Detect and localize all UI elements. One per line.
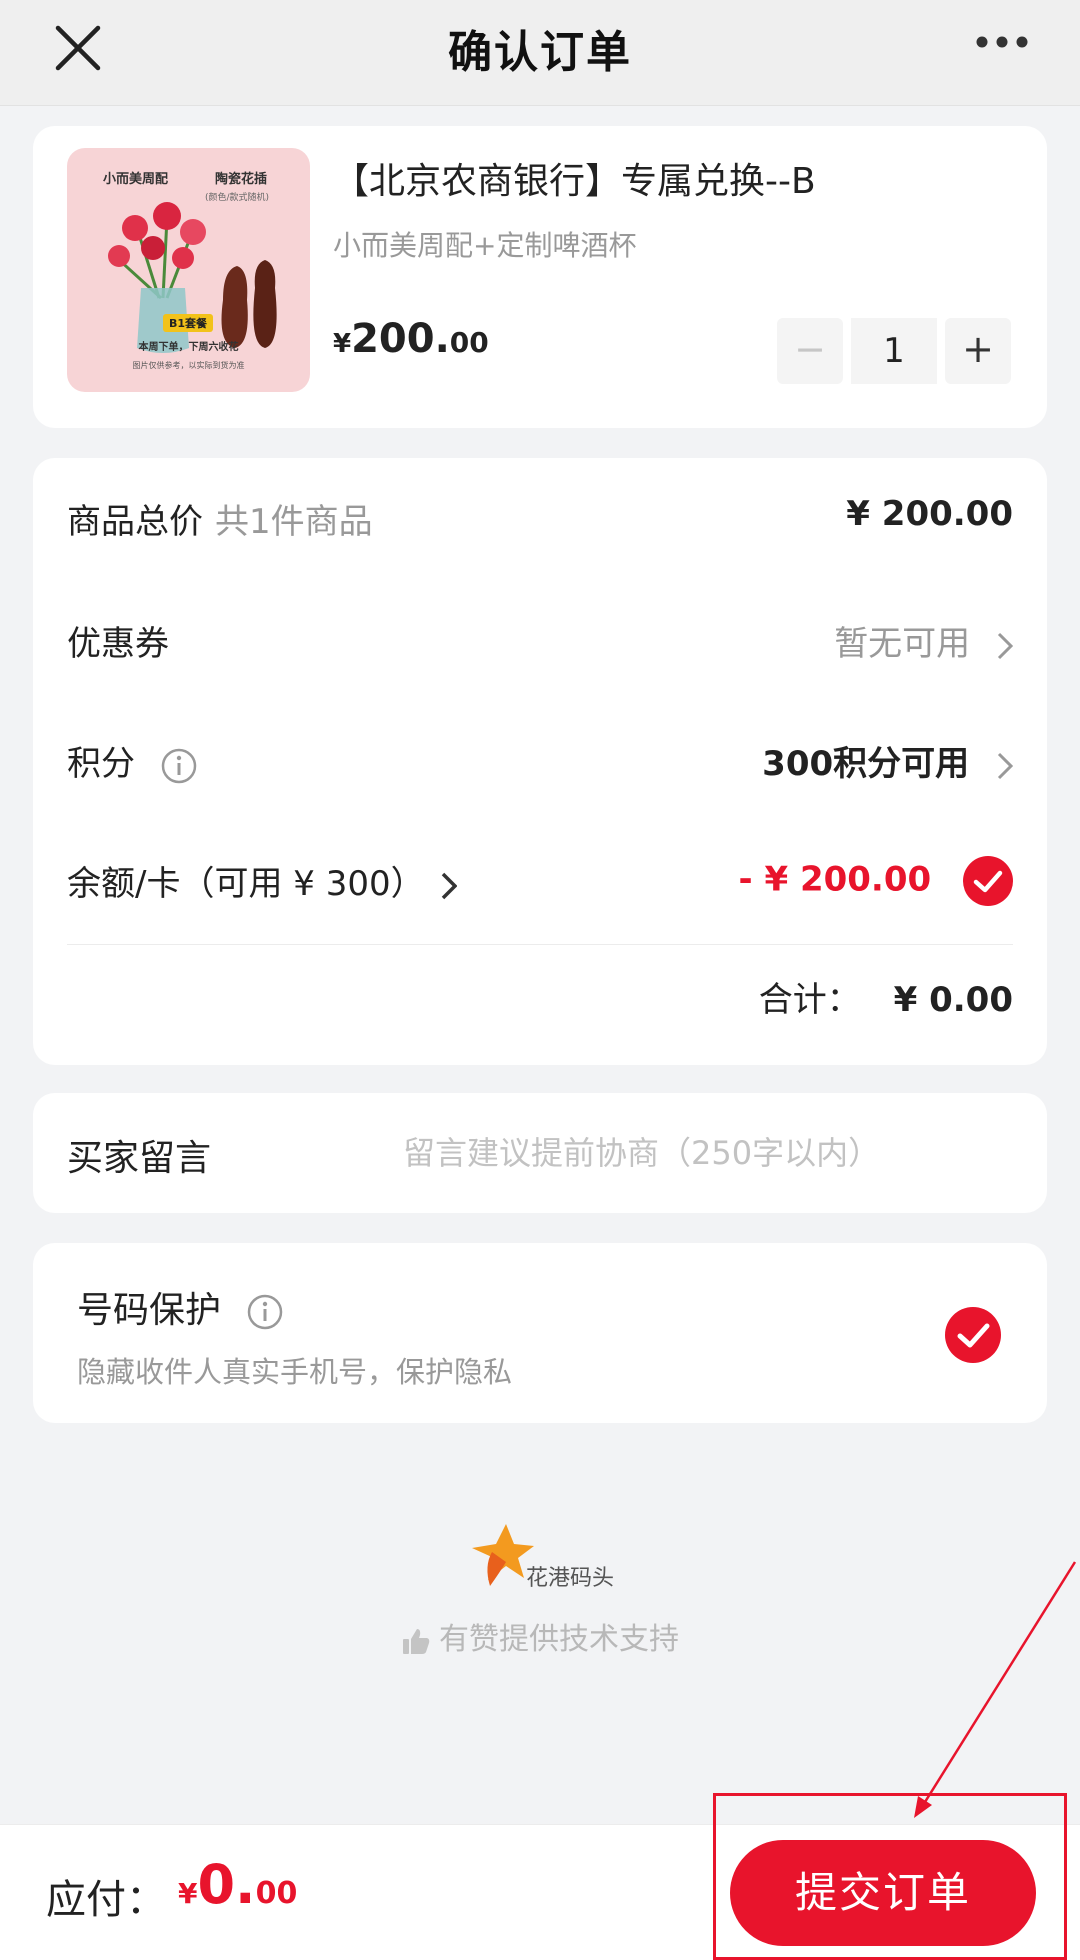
buyer-message-input[interactable] <box>403 1123 1003 1183</box>
chevron-right-icon <box>997 752 1013 779</box>
amount-due-decimal: 00 <box>255 1876 298 1911</box>
product-thumbnail[interactable]: 小而美周配 陶瓷花插 (颜色/款式随机) B1套餐 本周下单，下周六收花 图片仅… <box>67 148 310 392</box>
more-icon[interactable] <box>975 35 1029 49</box>
info-icon[interactable] <box>246 1293 284 1331</box>
balance-checkbox-icon[interactable] <box>963 856 1013 906</box>
number-protection-checkbox-icon[interactable] <box>945 1307 1001 1363</box>
page-title: 确认订单 <box>448 27 632 78</box>
subtotal-row: 合计： ¥ 0.00 <box>67 966 1013 1026</box>
thumbnail-disclaimer: 图片仅供参考，以实际到货为准 <box>132 361 245 370</box>
chevron-right-icon <box>997 632 1013 659</box>
points-value: 300积分可用 <box>762 744 970 784</box>
price-decimal: 00 <box>449 326 489 359</box>
points-label-group: 积分 <box>67 736 198 785</box>
chevron-right-icon <box>442 872 458 899</box>
increase-quantity-button[interactable]: + <box>945 318 1011 384</box>
points-row[interactable]: 积分 300积分可用 <box>67 730 1013 790</box>
package-badge: B1套餐 <box>163 314 214 332</box>
quantity-value[interactable]: 1 <box>851 318 937 384</box>
amount-due-integer: 0. <box>197 1853 256 1916</box>
number-protection-title: 号码保护 <box>77 1290 222 1331</box>
divider <box>67 944 1013 945</box>
subtotal-value: ¥ 0.00 <box>893 980 1013 1020</box>
total-price-label: 商品总价 <box>67 502 203 542</box>
product-name: 【北京农商银行】专属兑换--B <box>333 161 816 202</box>
tech-support-text: 有赞提供技术支持 <box>439 1622 679 1657</box>
decrease-quantity-button[interactable]: − <box>777 318 843 384</box>
coupon-value: 暂无可用 <box>834 624 971 664</box>
balance-label-group: 余额/卡（可用 ¥ 300） <box>67 856 458 905</box>
subtotal-group: 合计： ¥ 0.00 <box>759 972 1013 1021</box>
price-summary-card: 商品总价 共1件商品 ¥ 200.00 优惠券 暂无可用 积分 300积分可用 余… <box>33 458 1047 1065</box>
info-icon[interactable] <box>160 747 198 785</box>
coupon-value-group: 暂无可用 <box>834 616 1013 665</box>
thumbnail-delivery-note: 本周下单，下周六收花 <box>138 342 239 353</box>
number-protection-description: 隐藏收件人真实手机号，保护隐私 <box>77 1355 513 1389</box>
coupon-label: 优惠券 <box>67 624 169 664</box>
flower-vase-illustration <box>108 202 277 353</box>
thumbs-up-icon <box>403 1628 430 1654</box>
balance-value: - ¥ 200.00 <box>738 859 932 900</box>
number-protection-card: 号码保护 隐藏收件人真实手机号，保护隐私 <box>33 1243 1047 1423</box>
annotation-arrow-icon <box>914 1561 1077 1818</box>
number-protection-title-group: 号码保护 <box>77 1281 284 1333</box>
balance-row[interactable]: 余额/卡（可用 ¥ 300） - ¥ 200.00 <box>67 850 1013 910</box>
total-price-row: 商品总价 共1件商品 ¥ 200.00 <box>67 488 1013 548</box>
nav-bar: 确认订单 <box>0 0 1080 106</box>
brand-name: 花港码头 <box>526 1566 615 1591</box>
amount-due-symbol: ¥ <box>178 1877 198 1910</box>
item-count: 共1件商品 <box>215 502 373 542</box>
coupon-row[interactable]: 优惠券 暂无可用 <box>67 610 1013 670</box>
price-symbol: ¥ <box>333 329 352 359</box>
product-card: 小而美周配 陶瓷花插 (颜色/款式随机) B1套餐 本周下单，下周六收花 图片仅… <box>33 126 1047 428</box>
points-value-group: 300积分可用 <box>762 736 1013 785</box>
product-price: ¥200.00 <box>333 316 489 362</box>
quantity-stepper: − 1 + <box>777 318 1011 384</box>
amount-due-label: 应付： <box>46 1877 166 1923</box>
buyer-message-label: 买家留言 <box>67 1138 212 1179</box>
product-spec: 小而美周配+定制啤酒杯 <box>333 229 637 262</box>
subtotal-label: 合计： <box>758 980 861 1020</box>
total-price-value: ¥ 200.00 <box>846 494 1013 534</box>
points-label: 积分 <box>67 744 135 784</box>
price-integer: 200. <box>351 316 450 362</box>
balance-label: 余额/卡（可用 ¥ 300） <box>67 864 425 904</box>
balance-value-group: - ¥ 200.00 <box>738 856 1013 906</box>
amount-due-value: ¥0.00 <box>178 1853 297 1916</box>
total-price-label-group: 商品总价 共1件商品 <box>67 494 373 543</box>
buyer-message-card: 买家留言 <box>33 1093 1047 1213</box>
